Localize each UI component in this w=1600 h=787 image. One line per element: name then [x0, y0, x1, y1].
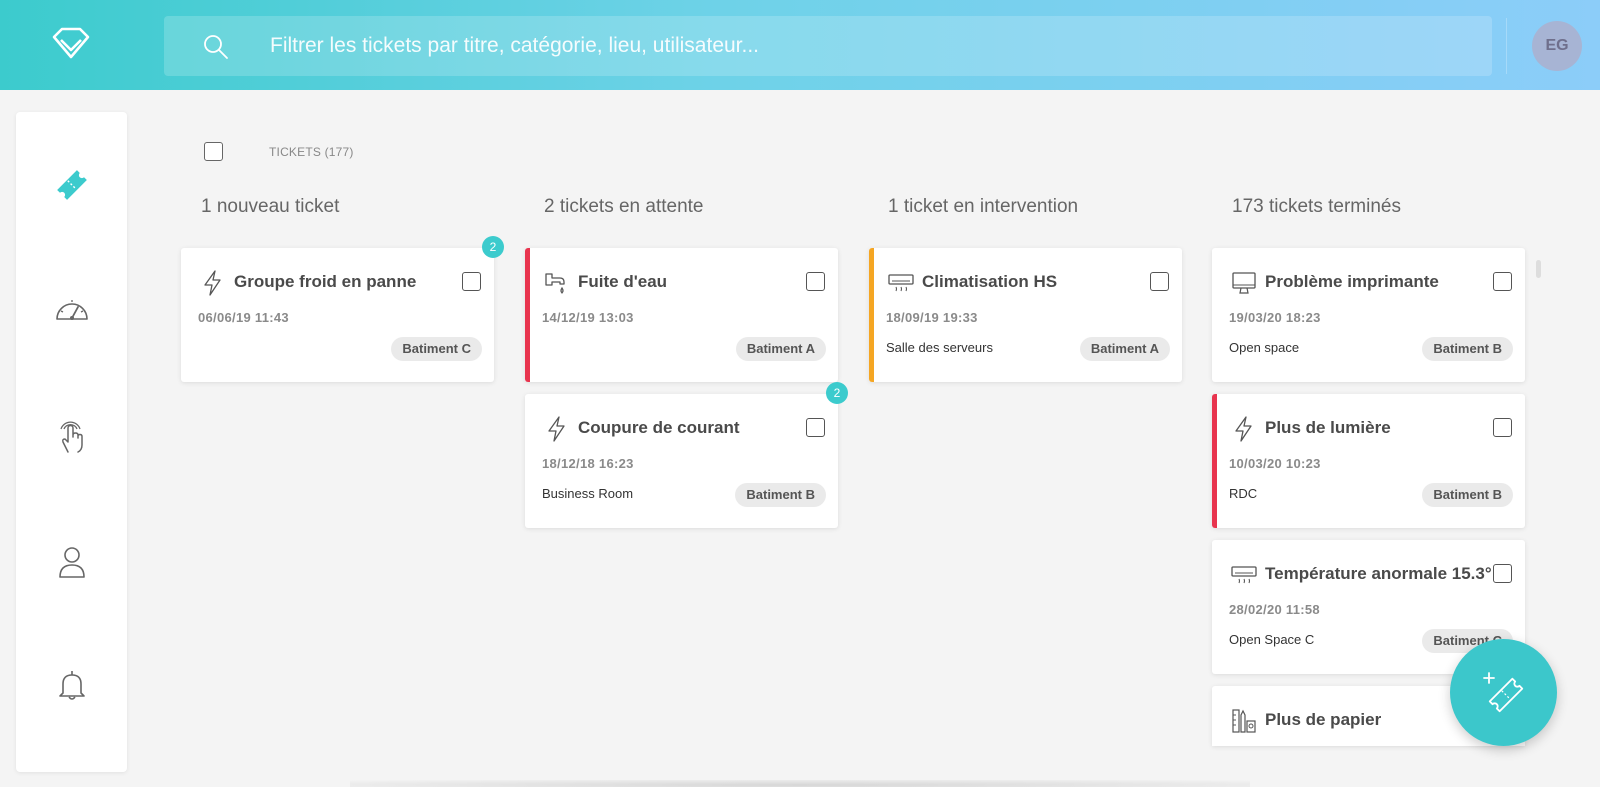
computer-icon [1230, 269, 1258, 297]
ticket-card[interactable]: Coupure de courant 18/12/18 16:23 Busine… [525, 382, 848, 528]
column-title-pending: 2 tickets en attente [544, 196, 704, 217]
notification-badge: 2 [482, 236, 504, 258]
divider [1506, 18, 1507, 74]
ticket-checkbox[interactable] [806, 418, 825, 437]
lightning-icon [1230, 415, 1258, 443]
select-all-checkbox[interactable] [204, 142, 223, 161]
scrollbar[interactable] [1536, 260, 1541, 278]
ticket-title: Plus de lumière [1265, 418, 1391, 437]
ticket-checkbox[interactable] [462, 272, 481, 291]
ticket-title: Groupe froid en panne [234, 272, 417, 291]
ticket-date: 18/12/18 16:23 [542, 456, 634, 471]
ticket-card[interactable]: Fuite d'eau 14/12/19 13:03 Batiment A [525, 248, 838, 382]
ticket-checkbox[interactable] [1493, 564, 1512, 583]
user-icon[interactable] [50, 540, 94, 584]
ticket-location: RDC [1229, 486, 1258, 501]
bottom-shadow [350, 780, 1250, 787]
building-tag: Batiment B [735, 483, 826, 507]
ticket-date: 28/02/20 11:58 [1229, 602, 1320, 617]
air-conditioner-icon [1230, 561, 1258, 589]
search-input[interactable] [270, 16, 1470, 76]
faucet-icon [543, 269, 571, 297]
building-tag: Batiment C [391, 337, 482, 361]
ticket-location: Open Space C [1229, 632, 1315, 647]
ticket-title: Température anormale 15.3° [1265, 564, 1492, 583]
ticket-checkbox[interactable] [806, 272, 825, 291]
ticket-date: 10/03/20 10:23 [1229, 456, 1321, 471]
search-icon[interactable] [202, 33, 230, 61]
touch-hand-icon[interactable] [50, 414, 94, 458]
ticket-date: 18/09/19 19:33 [886, 310, 978, 325]
column-title-intervention: 1 ticket en intervention [888, 196, 1079, 217]
search-bar [164, 16, 1492, 76]
ticket-title: Climatisation HS [922, 272, 1058, 291]
lightning-icon [199, 269, 227, 297]
building-tag: Batiment A [735, 337, 826, 361]
priority-stripe [525, 248, 530, 382]
ticket-location: Salle des serveurs [886, 340, 993, 355]
sidebar [16, 112, 127, 772]
top-bar: EG [0, 0, 1600, 90]
ticket-checkbox[interactable] [1493, 418, 1512, 437]
building-tag: Batiment A [1079, 337, 1170, 361]
ticket-location: Business Room [542, 486, 634, 501]
tickets-count-label: TICKETS (177) [269, 145, 354, 159]
ticket-card[interactable]: Climatisation HS 18/09/19 19:33 Salle de… [869, 248, 1182, 382]
ticket-icon[interactable] [50, 163, 94, 207]
ticket-title: Fuite d'eau [578, 272, 668, 291]
ticket-checkbox[interactable] [1150, 272, 1169, 291]
building-tag: Batiment B [1422, 337, 1513, 361]
ticket-location: Open space [1229, 340, 1300, 355]
building-tag: Batiment B [1422, 483, 1513, 507]
dashboard-gauge-icon[interactable] [50, 288, 94, 332]
priority-stripe [1212, 394, 1217, 528]
ticket-checkbox[interactable] [1493, 272, 1512, 291]
air-conditioner-icon [887, 269, 915, 297]
ticket-card[interactable]: Problème imprimante 19/03/20 18:23 Open … [1212, 248, 1525, 382]
notification-badge: 2 [826, 382, 848, 404]
column-title-new: 1 nouveau ticket [201, 196, 340, 217]
ticket-date: 14/12/19 13:03 [542, 310, 634, 325]
ticket-date: 19/03/20 18:23 [1229, 310, 1321, 325]
add-ticket-icon [1482, 671, 1523, 712]
create-ticket-button[interactable] [1450, 639, 1557, 746]
bell-icon[interactable] [50, 663, 94, 707]
column-title-done: 173 tickets terminés [1232, 196, 1401, 217]
ticket-title: Coupure de courant [578, 418, 740, 437]
ticket-card[interactable]: Groupe froid en panne 06/06/19 11:43 Bat… [181, 236, 504, 382]
logo-icon[interactable] [50, 25, 92, 65]
ticket-card[interactable]: Plus de lumière 10/03/20 10:23 RDC Batim… [1212, 394, 1525, 528]
lightning-icon [543, 415, 571, 443]
office-supplies-icon [1230, 707, 1258, 735]
avatar[interactable]: EG [1532, 21, 1582, 71]
ticket-title: Problème imprimante [1265, 272, 1439, 291]
ticket-title: Plus de papier [1265, 710, 1382, 729]
ticket-date: 06/06/19 11:43 [198, 310, 289, 325]
priority-stripe [869, 248, 874, 382]
